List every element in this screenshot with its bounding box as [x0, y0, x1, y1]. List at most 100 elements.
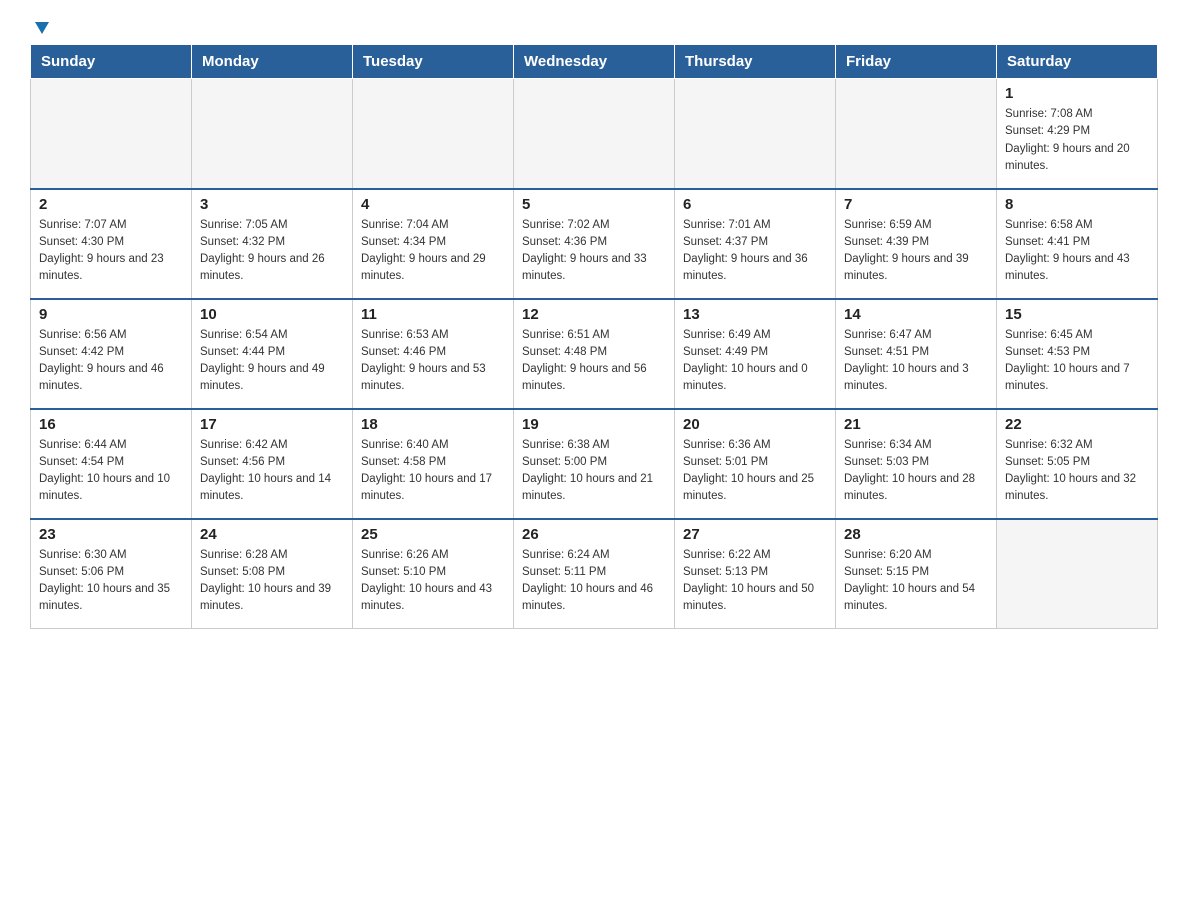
day-number: 18: [361, 416, 505, 433]
day-number: 2: [39, 196, 183, 213]
day-info: Sunrise: 6:38 AMSunset: 5:00 PMDaylight:…: [522, 437, 666, 506]
calendar-cell: 6 Sunrise: 7:01 AMSunset: 4:37 PMDaylight…: [675, 189, 836, 299]
calendar-week-row: 16Sunrise: 6:44 AMSunset: 4:54 PMDayligh…: [31, 409, 1158, 519]
calendar-cell: 1 Sunrise: 7:08 AMSunset: 4:29 PMDaylight…: [997, 79, 1158, 189]
day-info: Sunrise: 6:34 AMSunset: 5:03 PMDaylight:…: [844, 437, 988, 506]
calendar-header-wednesday: Wednesday: [514, 45, 675, 79]
day-info: Sunrise: 6:32 AMSunset: 5:05 PMDaylight:…: [1005, 437, 1149, 506]
day-number: 5: [522, 196, 666, 213]
calendar-cell: [353, 79, 514, 189]
day-number: 23: [39, 526, 183, 543]
calendar-cell: 19 Sunrise: 6:38 AMSunset: 5:00 PMDayligh…: [514, 409, 675, 519]
day-number: 14: [844, 306, 988, 323]
day-info: Sunrise: 7:05 AMSunset: 4:32 PMDaylight:…: [200, 217, 344, 286]
calendar-cell: 3 Sunrise: 7:05 AMSunset: 4:32 PMDaylight…: [192, 189, 353, 299]
day-info: Sunrise: 6:40 AMSunset: 4:58 PMDaylight:…: [361, 437, 505, 506]
logo-triangle-icon: [31, 18, 53, 40]
calendar-cell: 7 Sunrise: 6:59 AMSunset: 4:39 PMDaylight…: [836, 189, 997, 299]
day-info: Sunrise: 6:44 AMSunset: 4:54 PMDaylight:…: [39, 437, 183, 506]
day-number: 9: [39, 306, 183, 323]
calendar-cell: 11Sunrise: 6:53 AMSunset: 4:46 PMDayligh…: [353, 299, 514, 409]
day-number: 15: [1005, 306, 1149, 323]
calendar-cell: 23 Sunrise: 6:30 AMSunset: 5:06 PMDayligh…: [31, 519, 192, 629]
day-info: Sunrise: 6:56 AMSunset: 4:42 PMDaylight:…: [39, 327, 183, 396]
day-number: 1: [1005, 85, 1149, 102]
day-number: 8: [1005, 196, 1149, 213]
calendar-cell: 10 Sunrise: 6:54 AMSunset: 4:44 PMDayligh…: [192, 299, 353, 409]
day-number: 7: [844, 196, 988, 213]
calendar-table: SundayMondayTuesdayWednesdayThursdayFrid…: [30, 44, 1158, 629]
day-number: 20: [683, 416, 827, 433]
calendar-week-row: 2 Sunrise: 7:07 AMSunset: 4:30 PMDaylight…: [31, 189, 1158, 299]
day-number: 13: [683, 306, 827, 323]
calendar-header-thursday: Thursday: [675, 45, 836, 79]
day-number: 27: [683, 526, 827, 543]
day-info: Sunrise: 6:28 AMSunset: 5:08 PMDaylight:…: [200, 547, 344, 616]
calendar-cell: 12 Sunrise: 6:51 AMSunset: 4:48 PMDayligh…: [514, 299, 675, 409]
calendar-cell: 13 Sunrise: 6:49 AMSunset: 4:49 PMDayligh…: [675, 299, 836, 409]
day-info: Sunrise: 6:49 AMSunset: 4:49 PMDaylight:…: [683, 327, 827, 396]
day-number: 10: [200, 306, 344, 323]
day-info: Sunrise: 6:53 AMSunset: 4:46 PMDaylight:…: [361, 327, 505, 396]
day-info: Sunrise: 6:59 AMSunset: 4:39 PMDaylight:…: [844, 217, 988, 286]
day-info: Sunrise: 7:08 AMSunset: 4:29 PMDaylight:…: [1005, 106, 1149, 175]
day-info: Sunrise: 6:45 AMSunset: 4:53 PMDaylight:…: [1005, 327, 1149, 396]
day-number: 25: [361, 526, 505, 543]
day-number: 17: [200, 416, 344, 433]
calendar-cell: 22Sunrise: 6:32 AMSunset: 5:05 PMDayligh…: [997, 409, 1158, 519]
calendar-cell: 5 Sunrise: 7:02 AMSunset: 4:36 PMDaylight…: [514, 189, 675, 299]
calendar-cell: [675, 79, 836, 189]
day-number: 28: [844, 526, 988, 543]
day-info: Sunrise: 6:51 AMSunset: 4:48 PMDaylight:…: [522, 327, 666, 396]
calendar-cell: 18 Sunrise: 6:40 AMSunset: 4:58 PMDayligh…: [353, 409, 514, 519]
calendar-cell: 16Sunrise: 6:44 AMSunset: 4:54 PMDayligh…: [31, 409, 192, 519]
day-number: 21: [844, 416, 988, 433]
calendar-header-row: SundayMondayTuesdayWednesdayThursdayFrid…: [31, 45, 1158, 79]
day-info: Sunrise: 7:01 AMSunset: 4:37 PMDaylight:…: [683, 217, 827, 286]
day-info: Sunrise: 6:58 AMSunset: 4:41 PMDaylight:…: [1005, 217, 1149, 286]
calendar-cell: 21 Sunrise: 6:34 AMSunset: 5:03 PMDayligh…: [836, 409, 997, 519]
calendar-cell: [997, 519, 1158, 629]
day-info: Sunrise: 6:47 AMSunset: 4:51 PMDaylight:…: [844, 327, 988, 396]
day-info: Sunrise: 6:54 AMSunset: 4:44 PMDaylight:…: [200, 327, 344, 396]
calendar-cell: [192, 79, 353, 189]
calendar-cell: 8 Sunrise: 6:58 AMSunset: 4:41 PMDaylight…: [997, 189, 1158, 299]
calendar-header-tuesday: Tuesday: [353, 45, 514, 79]
day-number: 3: [200, 196, 344, 213]
day-number: 26: [522, 526, 666, 543]
calendar-cell: 17 Sunrise: 6:42 AMSunset: 4:56 PMDayligh…: [192, 409, 353, 519]
day-info: Sunrise: 6:26 AMSunset: 5:10 PMDaylight:…: [361, 547, 505, 616]
day-number: 12: [522, 306, 666, 323]
calendar-cell: 25 Sunrise: 6:26 AMSunset: 5:10 PMDayligh…: [353, 519, 514, 629]
calendar-week-row: 9 Sunrise: 6:56 AMSunset: 4:42 PMDaylight…: [31, 299, 1158, 409]
calendar-header-sunday: Sunday: [31, 45, 192, 79]
calendar-cell: 2 Sunrise: 7:07 AMSunset: 4:30 PMDaylight…: [31, 189, 192, 299]
day-number: 6: [683, 196, 827, 213]
calendar-cell: 9 Sunrise: 6:56 AMSunset: 4:42 PMDaylight…: [31, 299, 192, 409]
calendar-week-row: 1 Sunrise: 7:08 AMSunset: 4:29 PMDaylight…: [31, 79, 1158, 189]
calendar-header-friday: Friday: [836, 45, 997, 79]
day-info: Sunrise: 6:36 AMSunset: 5:01 PMDaylight:…: [683, 437, 827, 506]
day-info: Sunrise: 7:07 AMSunset: 4:30 PMDaylight:…: [39, 217, 183, 286]
calendar-header-monday: Monday: [192, 45, 353, 79]
calendar-cell: 15 Sunrise: 6:45 AMSunset: 4:53 PMDayligh…: [997, 299, 1158, 409]
calendar-cell: 4Sunrise: 7:04 AMSunset: 4:34 PMDaylight…: [353, 189, 514, 299]
day-number: 4: [361, 196, 505, 213]
page-header: [30, 20, 1158, 34]
day-info: Sunrise: 6:30 AMSunset: 5:06 PMDaylight:…: [39, 547, 183, 616]
calendar-cell: [836, 79, 997, 189]
logo: [30, 20, 54, 34]
calendar-cell: 27 Sunrise: 6:22 AMSunset: 5:13 PMDayligh…: [675, 519, 836, 629]
calendar-cell: 26Sunrise: 6:24 AMSunset: 5:11 PMDayligh…: [514, 519, 675, 629]
day-info: Sunrise: 6:42 AMSunset: 4:56 PMDaylight:…: [200, 437, 344, 506]
calendar-cell: [31, 79, 192, 189]
calendar-cell: 24 Sunrise: 6:28 AMSunset: 5:08 PMDayligh…: [192, 519, 353, 629]
day-info: Sunrise: 6:20 AMSunset: 5:15 PMDaylight:…: [844, 547, 988, 616]
calendar-cell: [514, 79, 675, 189]
day-info: Sunrise: 6:22 AMSunset: 5:13 PMDaylight:…: [683, 547, 827, 616]
calendar-header-saturday: Saturday: [997, 45, 1158, 79]
day-info: Sunrise: 7:02 AMSunset: 4:36 PMDaylight:…: [522, 217, 666, 286]
day-number: 24: [200, 526, 344, 543]
day-number: 19: [522, 416, 666, 433]
calendar-cell: 28 Sunrise: 6:20 AMSunset: 5:15 PMDayligh…: [836, 519, 997, 629]
